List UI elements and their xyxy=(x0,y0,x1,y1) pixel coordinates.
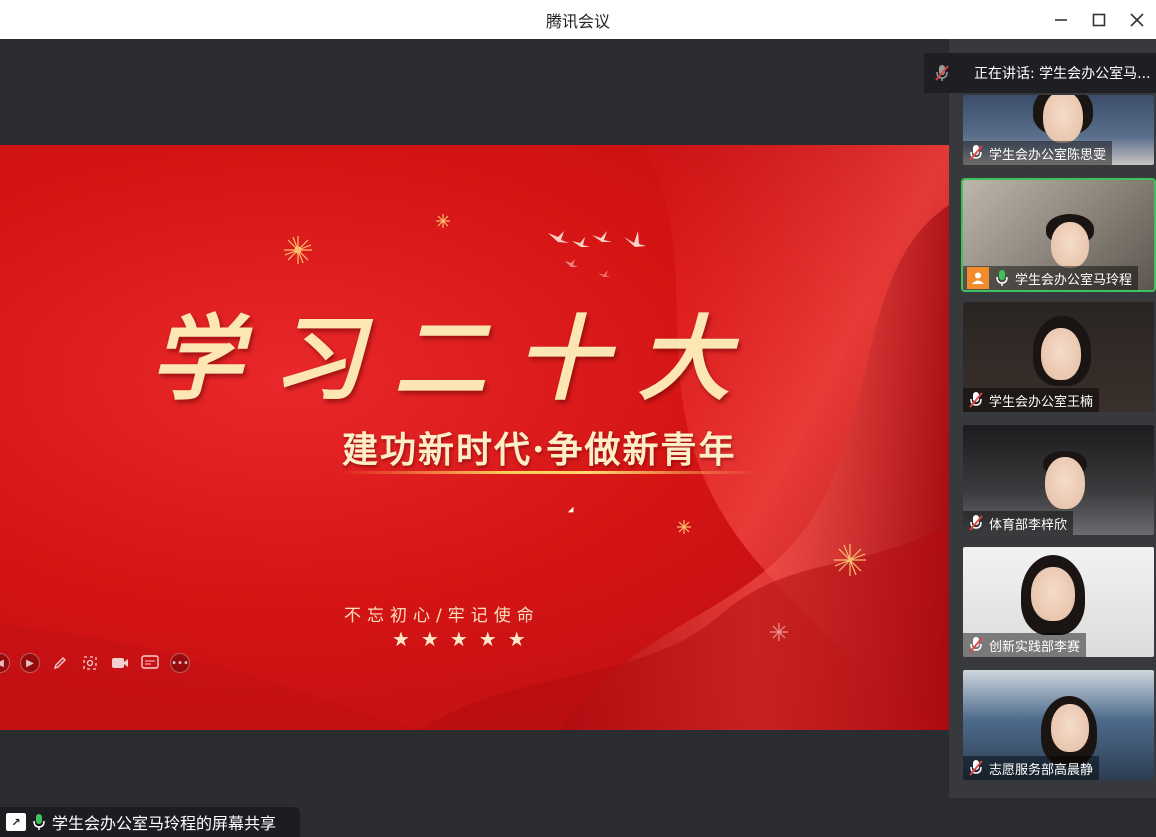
participant-label: 志愿服务部高晨静 xyxy=(963,756,1100,780)
shared-screen-area[interactable]: 学习二十大 建功新时代·争做新青年 不忘初心/牢记使命 ★★★★★ ◀ ▶ ••… xyxy=(0,39,949,837)
participant-label: 创新实践部李赛 xyxy=(963,633,1087,657)
screen-share-label: 学生会办公室马玲程的屏幕共享 xyxy=(52,814,277,833)
maximize-icon[interactable] xyxy=(1080,0,1118,39)
user-avatar-icon xyxy=(967,267,989,289)
slide-stars: ★★★★★ xyxy=(392,627,537,651)
participant-name: 体育部李梓欣 xyxy=(989,517,1068,533)
previous-icon[interactable]: ◀ xyxy=(0,653,10,673)
active-speaker-bar: 正在讲话: 学生会办公室马... xyxy=(924,53,1156,93)
participant-label: 学生会办公室王楠 xyxy=(963,388,1100,412)
participant-name: 学生会办公室陈思雯 xyxy=(989,147,1107,163)
participant-face xyxy=(1041,328,1081,380)
participant-name: 创新实践部李赛 xyxy=(989,639,1081,655)
participant-face xyxy=(1051,222,1089,268)
video-icon[interactable] xyxy=(110,653,130,673)
participant-name: 学生会办公室王楠 xyxy=(989,394,1094,410)
participant-face xyxy=(1043,95,1083,143)
participant-tile[interactable]: 学生会办公室王楠 xyxy=(963,302,1154,412)
subtitle-icon[interactable] xyxy=(140,653,160,673)
screen-share-icon: ↗ xyxy=(6,813,26,831)
participant-tile-active[interactable]: 学生会办公室马玲程 xyxy=(961,178,1156,292)
active-speaker-text: 正在讲话: 学生会办公室马... xyxy=(974,66,1151,82)
participant-label: 体育部李梓欣 xyxy=(963,511,1074,535)
minimize-icon[interactable] xyxy=(1042,0,1080,39)
slide-subheadline: 建功新时代·争做新青年 xyxy=(342,429,737,471)
mic-on-icon xyxy=(993,269,1011,287)
mic-muted-icon xyxy=(967,514,985,532)
participant-label: 学生会办公室马玲程 xyxy=(963,266,1139,290)
zoom-icon[interactable] xyxy=(80,653,100,673)
participant-tile[interactable]: 创新实践部李赛 xyxy=(963,547,1154,657)
title-bar: 腾讯会议 xyxy=(0,0,1156,39)
slide-headline: 学习二十大 xyxy=(150,305,761,413)
pen-icon[interactable] xyxy=(50,653,70,673)
participant-face xyxy=(1031,567,1075,621)
window-controls xyxy=(1042,0,1156,39)
slideshow-toolbar: ◀ ▶ ••• xyxy=(0,653,190,673)
participant-face xyxy=(1045,457,1085,509)
more-icon[interactable]: ••• xyxy=(170,653,190,673)
mic-on-icon xyxy=(32,813,46,831)
close-icon[interactable] xyxy=(1118,0,1156,39)
participant-name: 志愿服务部高晨静 xyxy=(989,762,1094,778)
participant-face xyxy=(1051,704,1089,752)
participant-name: 学生会办公室马玲程 xyxy=(1015,272,1133,288)
slide-motto: 不忘初心/牢记使命 xyxy=(344,606,540,626)
participant-tile[interactable]: 体育部李梓欣 xyxy=(963,425,1154,535)
gold-divider xyxy=(340,471,760,474)
play-icon[interactable]: ▶ xyxy=(20,653,40,673)
participant-tile[interactable]: 志愿服务部高晨静 xyxy=(963,670,1154,780)
mic-muted-icon xyxy=(967,391,985,409)
screen-share-status: ↗ 学生会办公室马玲程的屏幕共享 xyxy=(0,807,300,837)
mic-muted-icon[interactable] xyxy=(924,64,960,82)
mic-muted-icon xyxy=(967,144,985,162)
mic-muted-icon xyxy=(967,636,985,654)
participant-label: 学生会办公室陈思雯 xyxy=(963,141,1113,165)
mic-muted-icon xyxy=(967,759,985,777)
participant-tile[interactable]: 学生会办公室陈思雯 xyxy=(963,95,1154,165)
presentation-slide: 学习二十大 建功新时代·争做新青年 不忘初心/牢记使命 ★★★★★ ◀ ▶ ••… xyxy=(0,145,949,730)
window-title: 腾讯会议 xyxy=(545,11,610,31)
